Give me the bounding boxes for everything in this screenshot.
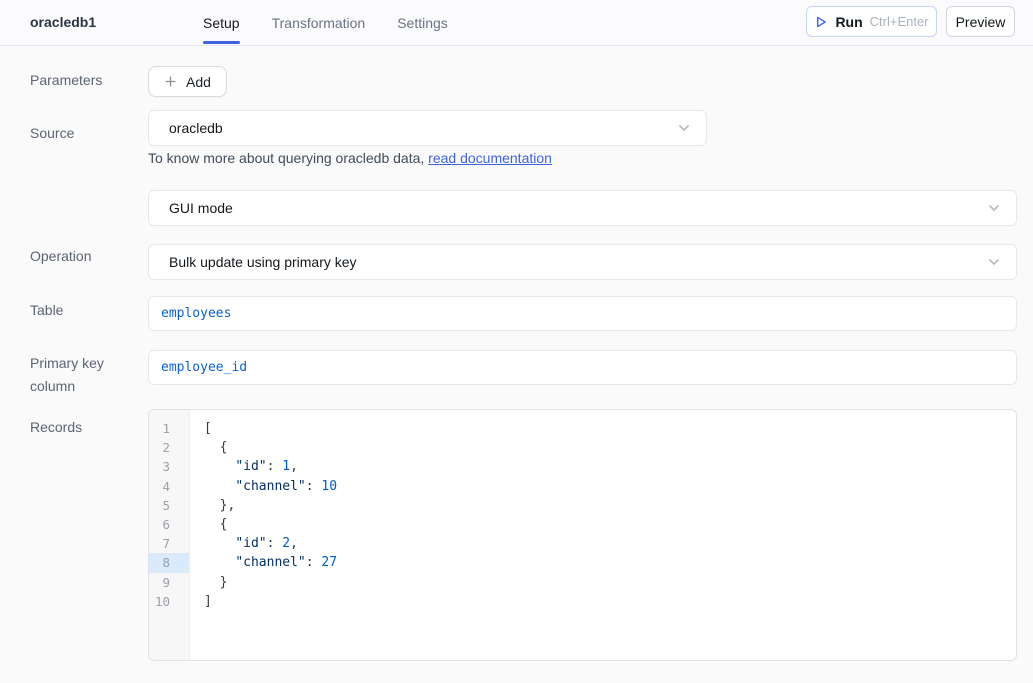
- editor-gutter: 12345678910: [149, 410, 190, 660]
- preview-button-label: Preview: [956, 14, 1006, 30]
- query-name[interactable]: oracledb1: [30, 14, 96, 30]
- line-number: 3: [149, 457, 189, 476]
- records-code-editor[interactable]: 12345678910 [ { "id": 1, "channel": 10 }…: [148, 409, 1017, 661]
- table-label: Table: [30, 299, 63, 322]
- line-number: 10: [149, 592, 189, 611]
- code-line[interactable]: "id": 2,: [204, 534, 1016, 553]
- plus-icon: [164, 75, 177, 88]
- add-parameter-button[interactable]: Add: [148, 66, 227, 97]
- source-select[interactable]: oracledb: [148, 110, 707, 146]
- primary-key-label: Primary key column: [30, 352, 122, 398]
- records-label: Records: [30, 416, 82, 439]
- line-number: 5: [149, 496, 189, 515]
- tab-settings[interactable]: Settings: [397, 0, 448, 46]
- code-line[interactable]: }: [204, 573, 1016, 592]
- code-line[interactable]: "channel": 27: [204, 553, 1016, 572]
- tab-bar: Setup Transformation Settings: [203, 0, 448, 46]
- primary-key-input-value: employee_id: [161, 360, 247, 375]
- line-number: 7: [149, 534, 189, 553]
- code-line[interactable]: [: [204, 419, 1016, 438]
- play-icon: [814, 15, 828, 29]
- code-line[interactable]: "channel": 10: [204, 477, 1016, 496]
- query-editor-header: oracledb1 Setup Transformation Settings …: [0, 0, 1033, 46]
- line-number: 1: [149, 419, 189, 438]
- code-line[interactable]: },: [204, 496, 1016, 515]
- operation-label: Operation: [30, 245, 91, 268]
- code-line[interactable]: {: [204, 438, 1016, 457]
- preview-button[interactable]: Preview: [946, 6, 1015, 37]
- tab-transformation[interactable]: Transformation: [272, 0, 366, 46]
- parameters-label: Parameters: [30, 69, 102, 92]
- line-number: 2: [149, 438, 189, 457]
- line-number: 4: [149, 477, 189, 496]
- line-number: 8: [149, 553, 189, 572]
- read-documentation-link[interactable]: read documentation: [428, 150, 552, 166]
- table-input-value: employees: [161, 306, 231, 321]
- operation-select[interactable]: Bulk update using primary key: [148, 244, 1017, 280]
- code-line[interactable]: "id": 1,: [204, 457, 1016, 476]
- operation-select-value: Bulk update using primary key: [169, 254, 357, 270]
- tab-setup[interactable]: Setup: [203, 0, 240, 46]
- table-input[interactable]: employees: [148, 296, 1017, 331]
- mode-select-value: GUI mode: [169, 200, 233, 216]
- chevron-down-icon: [986, 200, 1002, 216]
- run-button-label: Run: [835, 14, 862, 30]
- mode-select[interactable]: GUI mode: [148, 190, 1017, 226]
- chevron-down-icon: [676, 120, 692, 136]
- line-number: 6: [149, 515, 189, 534]
- chevron-down-icon: [986, 254, 1002, 270]
- source-label: Source: [30, 122, 74, 145]
- run-button[interactable]: Run Ctrl+Enter: [806, 6, 937, 37]
- editor-code[interactable]: [ { "id": 1, "channel": 10 }, { "id": 2,…: [190, 410, 1016, 660]
- source-helper-text: To know more about querying oracledb dat…: [148, 150, 552, 166]
- code-line[interactable]: ]: [204, 592, 1016, 611]
- add-parameter-label: Add: [186, 74, 211, 90]
- code-line[interactable]: {: [204, 515, 1016, 534]
- line-number: 9: [149, 573, 189, 592]
- source-select-value: oracledb: [169, 120, 223, 136]
- primary-key-input[interactable]: employee_id: [148, 350, 1017, 385]
- run-shortcut: Ctrl+Enter: [870, 14, 929, 29]
